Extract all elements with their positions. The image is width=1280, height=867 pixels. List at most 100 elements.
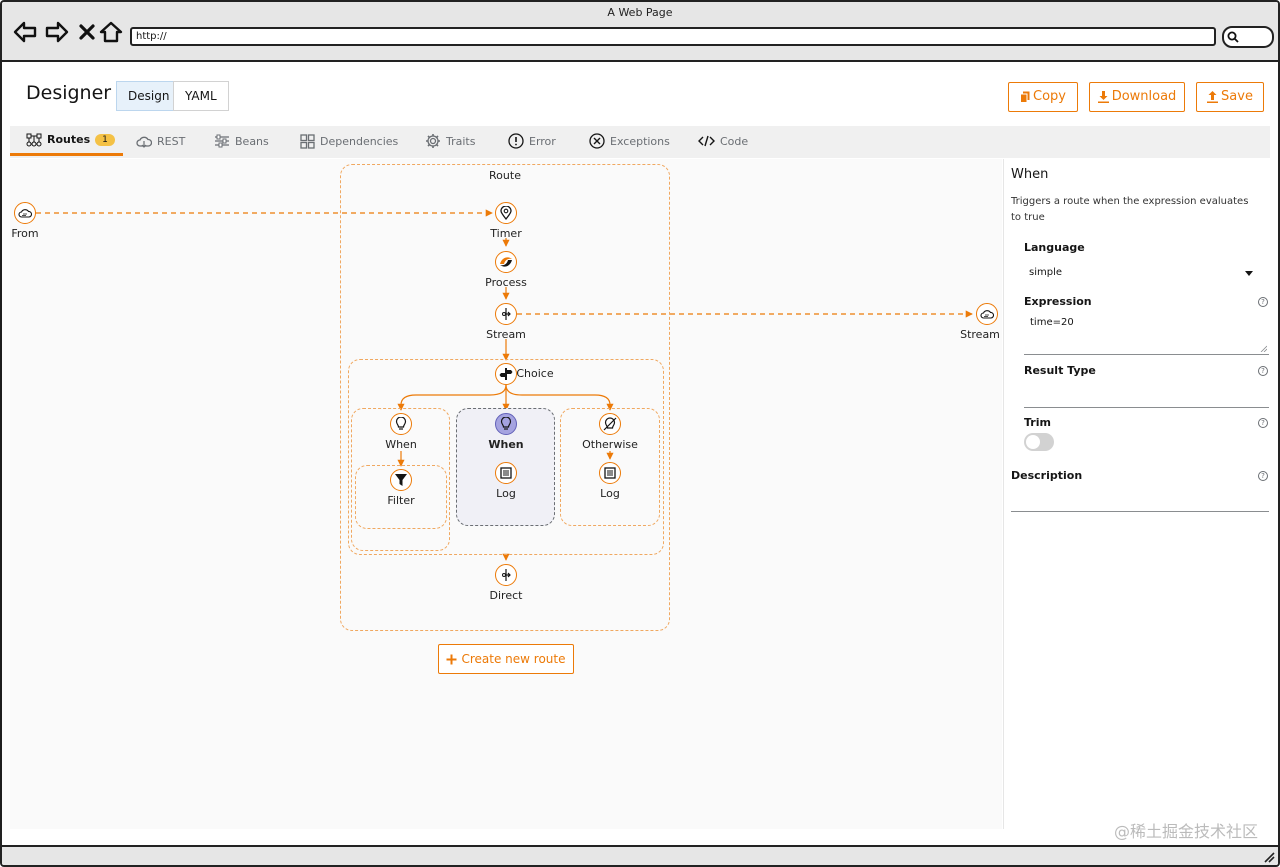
- download-label: Download: [1111, 89, 1177, 104]
- choice-label: Choice: [516, 367, 554, 380]
- back-icon[interactable]: [12, 19, 38, 45]
- language-value: simple: [1029, 267, 1063, 278]
- tab-beans[interactable]: Beans: [214, 126, 269, 156]
- when2-node-selected[interactable]: [495, 413, 517, 435]
- tab-rest-label: REST: [157, 134, 186, 148]
- save-button[interactable]: Save: [1196, 82, 1264, 112]
- yaml-toggle[interactable]: YAML: [173, 81, 229, 111]
- trim-switch[interactable]: [1024, 433, 1054, 451]
- tab-bar: Routes 1 REST Beans Dependencies Traits …: [10, 126, 1270, 158]
- upload-icon: [1207, 91, 1219, 103]
- stream-split-icon: [502, 308, 511, 320]
- tab-dependencies-label: Dependencies: [320, 134, 399, 148]
- address-bar[interactable]: http://: [130, 27, 1216, 46]
- log1-node[interactable]: [495, 462, 517, 484]
- trim-help-icon[interactable]: ?: [1258, 418, 1268, 428]
- stop-icon[interactable]: [74, 19, 100, 45]
- copy-button[interactable]: Copy: [1008, 82, 1078, 112]
- log1-label: Log: [496, 487, 516, 500]
- code-icon: [698, 135, 715, 147]
- tab-exceptions[interactable]: Exceptions: [589, 126, 670, 156]
- resize-handle-icon[interactable]: [1260, 345, 1267, 352]
- routes-count-badge: 1: [95, 133, 115, 146]
- choice-node[interactable]: [495, 363, 517, 385]
- tab-routes-label: Routes: [47, 133, 91, 146]
- cloud-stream-icon: [18, 209, 32, 218]
- expression-value: time=20: [1030, 317, 1074, 328]
- direct-icon: [502, 569, 511, 581]
- window-resize-icon[interactable]: [1263, 851, 1275, 863]
- language-select[interactable]: simple: [1024, 260, 1269, 286]
- save-label: Save: [1221, 89, 1253, 104]
- tab-code-label: Code: [720, 134, 749, 148]
- create-route-label: Create new route: [461, 652, 566, 666]
- copy-icon: [1020, 91, 1030, 103]
- window-title: A Web Page: [607, 6, 673, 19]
- otherwise-node[interactable]: [599, 413, 621, 435]
- log2-node[interactable]: [599, 462, 621, 484]
- browser-status-bar: [2, 845, 1278, 865]
- external-stream-label: Stream: [960, 328, 1000, 341]
- description-label: Description: [1011, 469, 1083, 482]
- tab-routes[interactable]: Routes 1: [10, 126, 123, 156]
- language-label: Language: [1024, 241, 1085, 254]
- description-help-icon[interactable]: ?: [1258, 471, 1268, 481]
- stream-node[interactable]: [495, 303, 517, 325]
- location-pin-icon: [500, 206, 512, 220]
- from-node[interactable]: [14, 202, 36, 224]
- home-icon[interactable]: [98, 19, 124, 45]
- direct-node[interactable]: [495, 564, 517, 586]
- filter-node[interactable]: [390, 469, 412, 491]
- forward-icon[interactable]: [44, 19, 70, 45]
- expression-label: Expression: [1024, 295, 1092, 308]
- description-input[interactable]: [1011, 485, 1269, 512]
- tab-code[interactable]: Code: [698, 126, 748, 156]
- tab-beans-label: Beans: [235, 134, 269, 148]
- tab-dependencies[interactable]: Dependencies: [300, 126, 398, 156]
- route-label: Route: [489, 169, 521, 182]
- when1-node[interactable]: [390, 413, 412, 435]
- log-icon: [604, 467, 616, 479]
- lightbulb-icon: [395, 417, 407, 430]
- sliders-icon: [215, 134, 229, 148]
- process-node[interactable]: [495, 251, 517, 273]
- browser-window: A Web Page http:// Designer Design YAML …: [0, 0, 1280, 867]
- tab-rest[interactable]: REST: [136, 126, 185, 156]
- watermark: @稀土掘金技术社区: [1113, 822, 1258, 841]
- tab-traits[interactable]: Traits: [425, 126, 475, 156]
- plus-icon: [446, 654, 457, 664]
- download-button[interactable]: Download: [1089, 82, 1185, 112]
- tab-exceptions-label: Exceptions: [610, 134, 670, 148]
- otherwise-label: Otherwise: [582, 438, 638, 451]
- browser-chrome: A Web Page http://: [2, 2, 1278, 62]
- result-type-input[interactable]: [1024, 381, 1269, 408]
- routes-icon: [26, 133, 42, 146]
- blocks-icon: [300, 133, 315, 149]
- timer-label: Timer: [490, 227, 522, 240]
- cloud-stream-icon: [980, 310, 994, 319]
- gear-icon: [426, 134, 440, 148]
- properties-panel: When Triggers a route when the expressio…: [1003, 159, 1272, 829]
- signpost-icon: [499, 368, 513, 380]
- browser-search[interactable]: [1222, 26, 1274, 48]
- lightbulb-icon: [500, 417, 512, 430]
- filter-label: Filter: [387, 494, 415, 507]
- expression-help-icon[interactable]: ?: [1258, 297, 1268, 307]
- result-type-help-icon[interactable]: ?: [1258, 366, 1268, 376]
- route-canvas[interactable]: Route From Timer Process Stream Stream C…: [10, 159, 1002, 829]
- page-title: Designer: [26, 82, 112, 104]
- caret-down-icon: [1245, 271, 1253, 276]
- expression-input[interactable]: time=20: [1024, 311, 1269, 355]
- tab-error-label: Error: [529, 134, 556, 148]
- external-stream-node[interactable]: [976, 303, 998, 325]
- stream-label: Stream: [486, 328, 526, 341]
- designer-header: Designer Design YAML Copy Download Save: [2, 62, 1278, 124]
- design-toggle[interactable]: Design: [116, 81, 182, 111]
- timer-node[interactable]: [495, 202, 517, 224]
- direct-label: Direct: [489, 589, 523, 602]
- properties-title: When: [1011, 167, 1049, 182]
- log2-label: Log: [600, 487, 620, 500]
- create-route-button[interactable]: Create new route: [438, 644, 574, 674]
- tab-error[interactable]: Error: [508, 126, 556, 156]
- download-icon: [1097, 91, 1109, 103]
